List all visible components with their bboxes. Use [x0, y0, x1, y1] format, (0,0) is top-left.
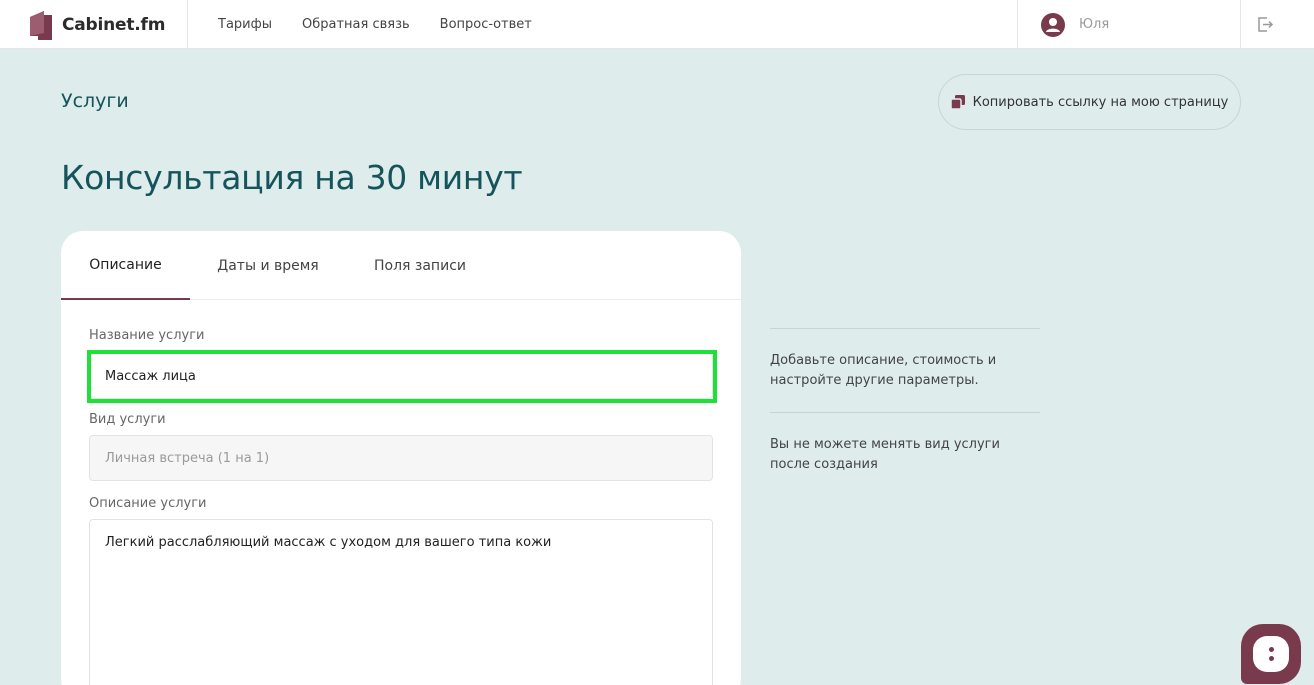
chat-widget-button[interactable]	[1241, 624, 1301, 684]
page-title: Консультация на 30 минут	[61, 158, 523, 197]
copy-icon	[950, 95, 965, 109]
nav-link-faq[interactable]: Вопрос-ответ	[440, 17, 532, 32]
logo-icon	[30, 10, 52, 40]
copy-link-label: Копировать ссылку на мою страницу	[972, 94, 1229, 110]
chat-icon	[1253, 636, 1289, 672]
service-name-label: Название услуги	[89, 328, 205, 343]
divider	[770, 412, 1040, 413]
logout-icon[interactable]	[1257, 16, 1274, 33]
hint-service-type: Вы не можете менять вид услуги после соз…	[770, 437, 1000, 472]
divider	[770, 328, 1040, 329]
copy-link-button[interactable]: Копировать ссылку на мою страницу	[938, 74, 1241, 130]
tab-dates-time[interactable]: Даты и время	[203, 231, 333, 300]
tabs: Описание Даты и время Поля записи	[61, 231, 741, 300]
nav-link-tariffs[interactable]: Тарифы	[218, 17, 272, 32]
service-description-label: Описание услуги	[89, 496, 207, 511]
tab-booking-fields[interactable]: Поля записи	[361, 231, 479, 300]
tab-description[interactable]: Описание	[61, 231, 190, 300]
logo[interactable]: Cabinet.fm	[30, 10, 165, 40]
top-bar: Cabinet.fm Тарифы Обратная связь Вопрос-…	[0, 0, 1314, 49]
nav-link-feedback[interactable]: Обратная связь	[302, 17, 410, 32]
divider	[1017, 0, 1018, 49]
brand-name: Cabinet.fm	[62, 15, 166, 35]
service-description-textarea[interactable]: Легкий расслабляющий массаж с уходом для…	[89, 519, 713, 685]
avatar-icon	[1041, 12, 1065, 37]
service-type-input	[89, 435, 713, 481]
user-menu[interactable]: Юля	[1041, 0, 1109, 49]
section-title: Услуги	[61, 90, 129, 112]
divider	[187, 0, 188, 49]
main-nav: Тарифы Обратная связь Вопрос-ответ	[218, 0, 562, 49]
service-name-input[interactable]	[89, 353, 713, 399]
service-type-label: Вид услуги	[89, 412, 166, 427]
user-name: Юля	[1079, 17, 1110, 32]
hint-description: Добавьте описание, стоимость и настройте…	[770, 353, 997, 388]
service-card: Описание Даты и время Поля записи Назван…	[61, 231, 741, 685]
divider	[1240, 0, 1241, 49]
